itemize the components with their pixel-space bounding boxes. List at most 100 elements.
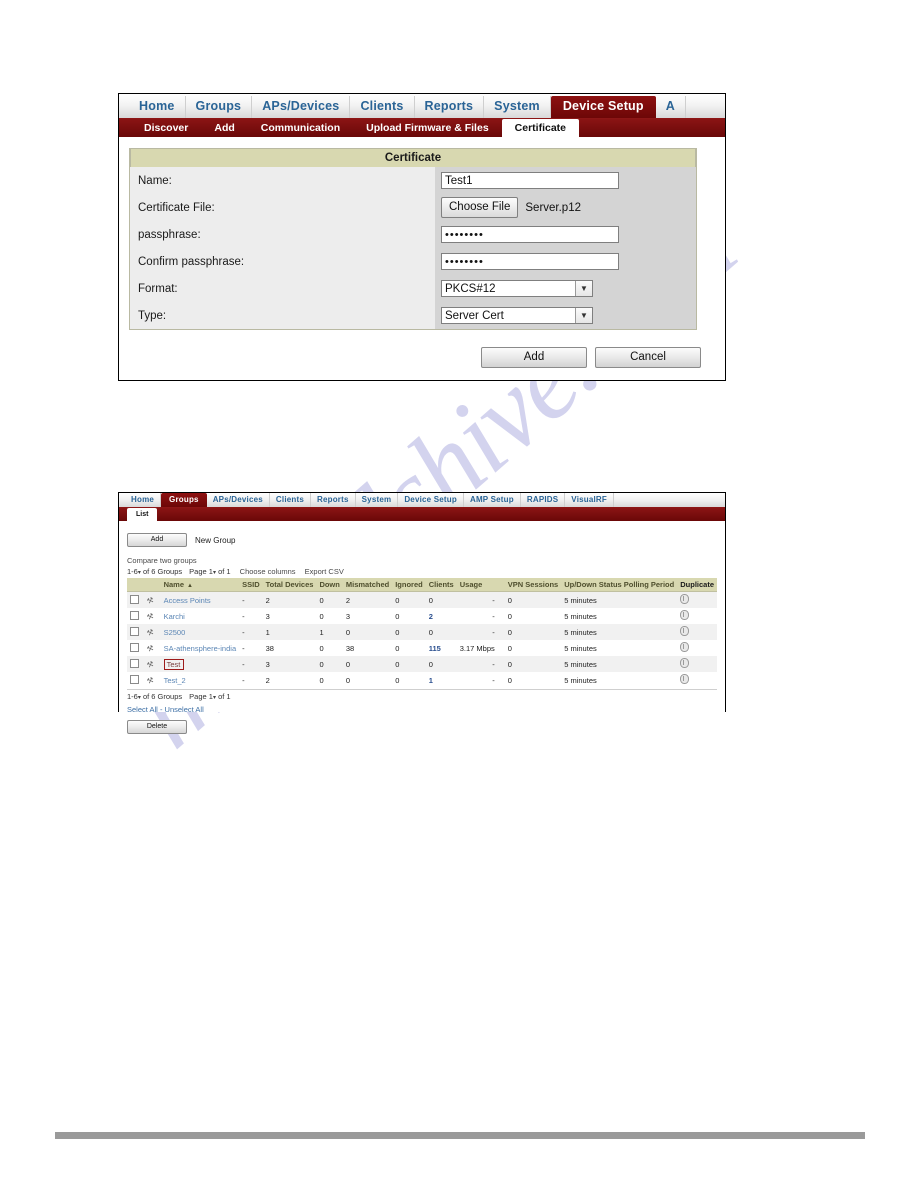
table-row[interactable]: ⚒ Karchi - 3 0 3 0 2 - 0 5 minutes <box>127 608 717 624</box>
subnav-tab-communication[interactable]: Communication <box>248 119 353 137</box>
duplicate-icon[interactable] <box>680 674 690 684</box>
row-checkbox[interactable] <box>130 674 139 684</box>
nav-tab-aps-devices[interactable]: APs/Devices <box>252 96 351 118</box>
nav-tab-groups[interactable]: Groups <box>161 493 207 507</box>
cell-mismatched: 3 <box>343 608 392 624</box>
table-row[interactable]: ⚒ Test_2 - 2 0 0 0 1 - 0 5 minutes <box>127 672 717 688</box>
confirm-passphrase-input[interactable]: •••••••• <box>441 253 619 270</box>
subnav-tab-certificate[interactable]: Certificate <box>501 119 580 137</box>
column-header-duplicate[interactable]: Duplicate <box>677 578 717 592</box>
type-select[interactable]: Server Cert ▼ <box>441 307 593 324</box>
nav-tab-reports[interactable]: Reports <box>415 96 485 118</box>
duplicate-icon[interactable] <box>680 626 690 636</box>
add-group-button[interactable]: Add <box>127 533 187 547</box>
group-name-link[interactable]: Test_2 <box>164 676 186 685</box>
chevron-down-icon[interactable]: ▼ <box>575 281 592 296</box>
page-caret-icon[interactable]: ▾ <box>213 695 216 701</box>
cell-total-devices: 2 <box>263 672 317 688</box>
range-bottom[interactable]: 1-6 <box>127 692 138 701</box>
cancel-button[interactable]: Cancel <box>595 347 701 368</box>
wrench-icon[interactable]: ⚒ <box>146 627 155 638</box>
duplicate-icon[interactable] <box>680 658 690 668</box>
table-row[interactable]: ⚒ Test - 3 0 0 0 0 - 0 5 minutes <box>127 656 717 672</box>
group-name-link[interactable]: SA-athensphere-india <box>164 644 237 653</box>
row-checkbox[interactable] <box>130 626 139 636</box>
compare-two-groups-link[interactable]: Compare two groups <box>127 556 197 565</box>
cell-mismatched: 38 <box>343 640 392 656</box>
nav-tab-system[interactable]: System <box>356 493 399 507</box>
column-header-ssid[interactable]: SSID <box>239 578 263 592</box>
range-caret-icon[interactable]: ▾ <box>138 570 141 576</box>
format-select[interactable]: PKCS#12 ▼ <box>441 280 593 297</box>
subnav-tab-list[interactable]: List <box>127 508 158 521</box>
group-name-link[interactable]: Access Points <box>164 596 211 605</box>
nav-tab-amp-setup[interactable]: AMP Setup <box>464 493 521 507</box>
group-name-link[interactable]: S2500 <box>164 628 186 637</box>
groups-table-body: ⚒ Access Points - 2 0 2 0 0 - 0 5 minutes ⚒ Karchi - 3… <box>127 591 717 689</box>
wrench-icon[interactable]: ⚒ <box>146 659 155 670</box>
nav-tab-device-setup[interactable]: Device Setup <box>398 493 464 507</box>
group-name-cell: Test <box>160 656 240 672</box>
duplicate-icon[interactable] <box>680 642 690 652</box>
cell-value: 0 <box>507 627 512 637</box>
row-checkbox[interactable] <box>130 594 139 604</box>
column-header-name[interactable]: Name ▲ <box>160 578 240 592</box>
nav-tab-rapids[interactable]: RAPIDS <box>521 493 566 507</box>
column-header-down[interactable]: Down <box>316 578 343 592</box>
subnav-tab-upload-firmware-files[interactable]: Upload Firmware & Files <box>353 119 502 137</box>
nav-tab-groups[interactable]: Groups <box>186 96 253 118</box>
choose-columns-link[interactable]: Choose columns <box>240 567 296 576</box>
duplicate-icon[interactable] <box>680 594 690 604</box>
cell-value: - <box>242 643 245 653</box>
subnav-tab-add[interactable]: Add <box>201 119 247 137</box>
compare-two-groups-link-row: Compare two groups <box>127 556 717 565</box>
delete-button[interactable]: Delete <box>127 720 187 734</box>
nav-tab-visualrf[interactable]: VisualRF <box>565 493 614 507</box>
row-checkbox[interactable] <box>130 610 139 620</box>
group-name-link[interactable]: Karchi <box>164 612 185 621</box>
column-header-usage[interactable]: Usage <box>456 578 505 592</box>
wrench-icon[interactable]: ⚒ <box>146 595 155 606</box>
wrench-icon[interactable]: ⚒ <box>146 643 155 654</box>
cell-vpn-sessions: 0 <box>505 672 561 688</box>
range-caret-icon[interactable]: ▾ <box>138 695 141 701</box>
table-row[interactable]: ⚒ S2500 - 1 1 0 0 0 - 0 5 minutes <box>127 624 717 640</box>
chevron-down-icon[interactable]: ▼ <box>575 308 592 323</box>
column-header-up-down-status-polling-period[interactable]: Up/Down Status Polling Period <box>561 578 678 592</box>
nav-tab-system[interactable]: System <box>484 96 551 118</box>
nav-tab-clients[interactable]: Clients <box>350 96 415 118</box>
unselect-all-link[interactable]: Unselect All <box>165 705 204 714</box>
column-header-ignored[interactable]: Ignored <box>392 578 426 592</box>
subnav-tab-discover[interactable]: Discover <box>131 119 201 137</box>
column-header-vpn-sessions[interactable]: VPN Sessions <box>504 578 562 592</box>
wrench-icon[interactable]: ⚒ <box>146 675 155 686</box>
row-checkbox[interactable] <box>130 642 139 652</box>
name-input[interactable]: Test1 <box>441 172 619 189</box>
nav-tab-clients[interactable]: Clients <box>270 493 311 507</box>
nav-tab-home[interactable]: Home <box>129 96 186 118</box>
nav-tab-reports[interactable]: Reports <box>311 493 356 507</box>
duplicate-icon[interactable] <box>680 610 690 620</box>
nav-tab-a[interactable]: A <box>656 96 686 118</box>
nav-tab-aps-devices[interactable]: APs/Devices <box>207 493 270 507</box>
column-header-label: Name <box>163 580 184 589</box>
column-header-mismatched[interactable]: Mismatched <box>342 578 393 592</box>
nav-tab-home[interactable]: Home <box>125 493 162 507</box>
add-button[interactable]: Add <box>481 347 587 368</box>
passphrase-input[interactable]: •••••••• <box>441 226 619 243</box>
nav-tab-device-setup[interactable]: Device Setup <box>550 96 656 118</box>
row-checkbox[interactable] <box>130 658 139 668</box>
wrench-icon[interactable]: ⚒ <box>146 611 155 622</box>
choose-file-button[interactable]: Choose File <box>441 197 519 218</box>
table-row[interactable]: ⚒ Access Points - 2 0 2 0 0 - 0 5 minutes <box>127 591 717 608</box>
column-header-total-devices[interactable]: Total Devices <box>262 578 317 592</box>
column-header-clients[interactable]: Clients <box>425 578 457 592</box>
cell-ignored: 0 <box>392 608 426 624</box>
export-csv-link[interactable]: Export CSV <box>305 567 344 576</box>
cell-mismatched: 2 <box>342 591 393 608</box>
page-caret-icon[interactable]: ▾ <box>213 570 216 576</box>
range-top[interactable]: 1-6 <box>127 567 138 576</box>
group-name-link-highlighted[interactable]: Test <box>163 658 185 670</box>
table-row[interactable]: ⚒ SA-athensphere-india - 38 0 38 0 115 3.17 Mbps… <box>127 640 717 656</box>
select-all-link[interactable]: Select All <box>127 705 158 714</box>
